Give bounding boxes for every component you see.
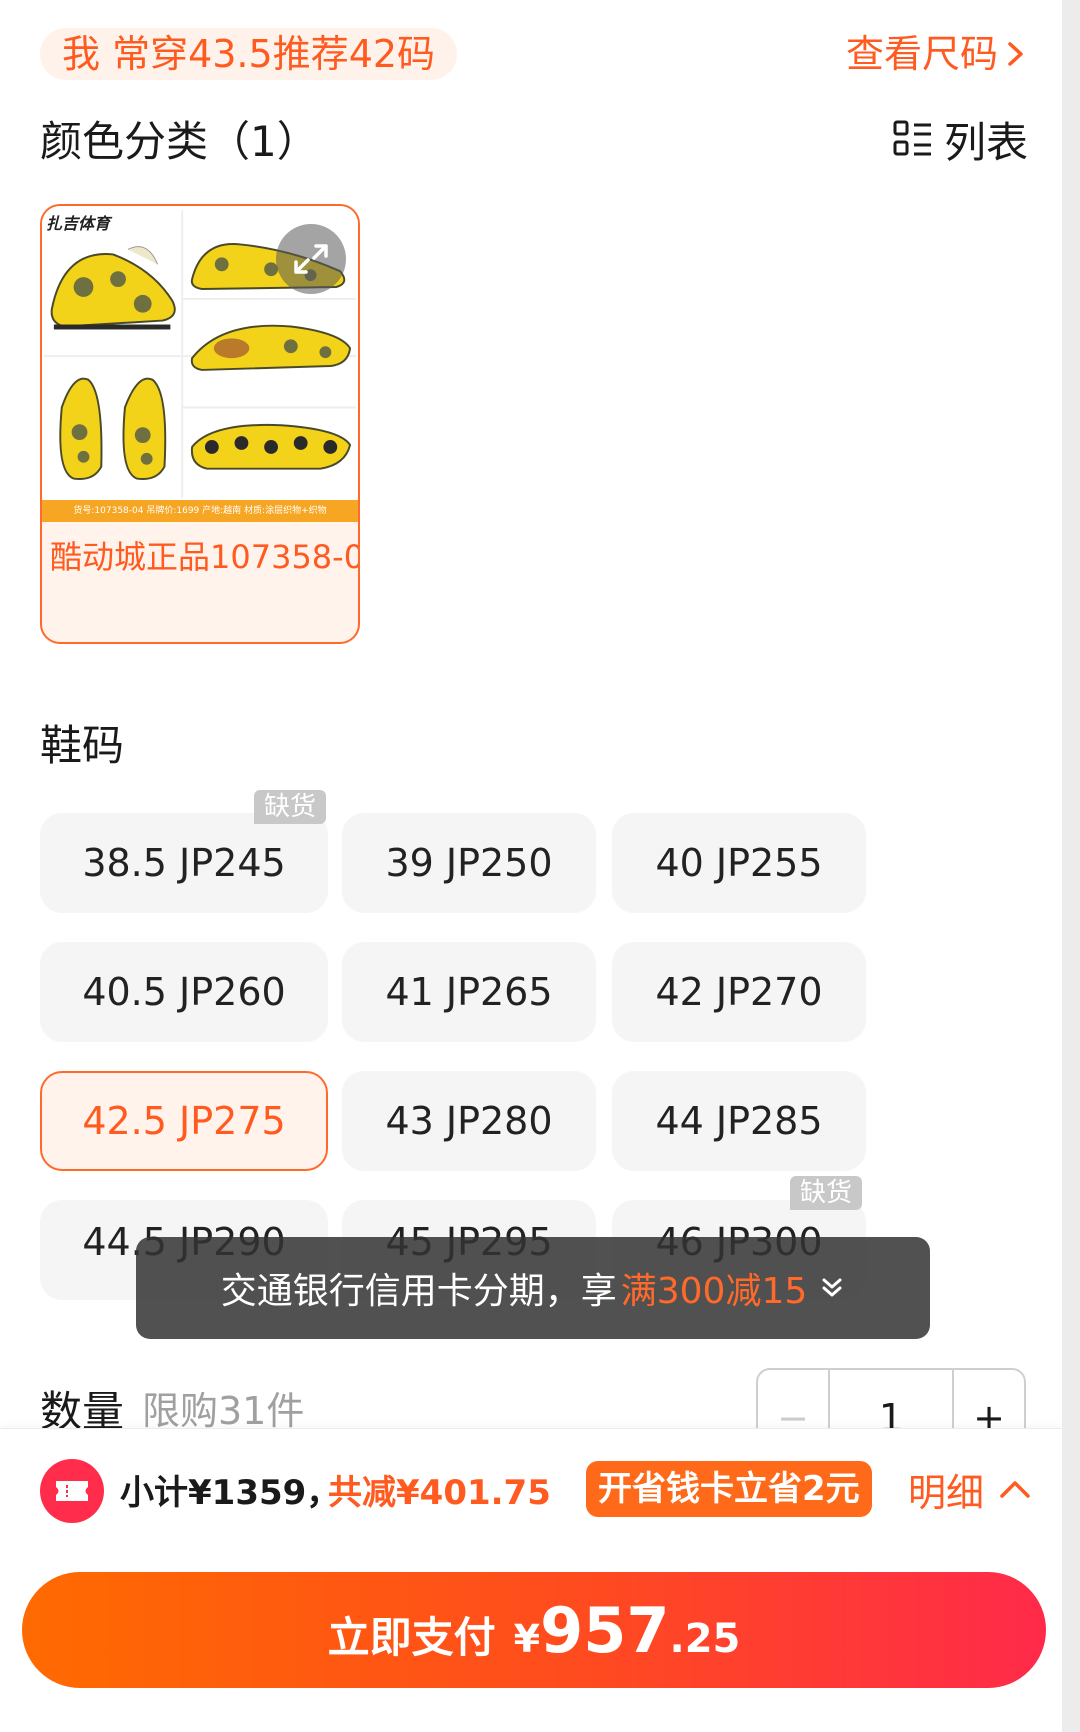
toast-highlight: 满300减15: [620, 1271, 808, 1312]
coupon-icon: [40, 1459, 104, 1523]
shoe-graphic: [50, 246, 176, 330]
size-recommendation: 我 常穿43.5推荐42码: [40, 28, 458, 80]
size-chart-label: 查看尺码: [845, 32, 998, 76]
size-chart-link[interactable]: 查看尺码: [846, 28, 1028, 80]
size-section-title: 鞋码: [40, 721, 125, 770]
discount-text: 共减¥401.75: [328, 1473, 551, 1513]
color-option-name: 酷动城正品107358-04 全新...: [50, 538, 358, 576]
product-image: 扎吉体育 货号:107358-04 吊牌价:1699 产地:越南 材质:涂层织物…: [42, 206, 358, 522]
price-detail-toggle[interactable]: 明细: [908, 1459, 1032, 1519]
quantity-limit: 限购31件: [142, 1389, 305, 1433]
out-of-stock-badge: 缺货: [790, 1176, 863, 1210]
expand-image-button[interactable]: [276, 224, 346, 294]
checkout-bar: 小计¥1359， 共减¥401.75 开省钱卡立省2元 明细 立即支付 ¥ 95…: [0, 1428, 1062, 1732]
pay-now-button[interactable]: 立即支付 ¥ 957 .25: [22, 1572, 1046, 1688]
out-of-stock-badge: 缺货: [254, 790, 327, 824]
color-option-card[interactable]: 扎吉体育 货号:107358-04 吊牌价:1699 产地:越南 材质:涂层织物…: [40, 204, 360, 644]
size-option[interactable]: 42 JP270: [612, 942, 866, 1042]
brand-mark: 扎吉体育: [46, 214, 111, 233]
expand-icon: [294, 244, 328, 274]
pay-currency: ¥: [513, 1617, 541, 1661]
toast-text: 交通银行信用卡分期，享: [220, 1271, 617, 1312]
list-view-icon: [893, 120, 931, 156]
size-option[interactable]: 44 JP285: [612, 1071, 866, 1171]
chevron-up-icon: [1000, 1481, 1030, 1498]
size-option[interactable]: 40.5 JP260: [40, 942, 328, 1042]
size-option[interactable]: 43 JP280: [342, 1071, 596, 1171]
list-view-toggle[interactable]: 列表: [892, 112, 1028, 167]
chevron-right-icon: [1008, 42, 1023, 66]
size-option[interactable]: 41 JP265: [342, 942, 596, 1042]
pay-amount-decimal: .25: [669, 1616, 741, 1662]
size-option-selected[interactable]: 42.5 JP275: [40, 1071, 328, 1171]
screen-edge: [1062, 0, 1080, 1732]
size-option[interactable]: 40 JP255: [612, 813, 866, 913]
color-section-title: 颜色分类（1）: [40, 117, 319, 166]
size-option[interactable]: 38.5 JP245: [40, 813, 328, 913]
double-chevron-down-icon: [822, 1278, 842, 1297]
promo-toast[interactable]: 交通银行信用卡分期，享 满300减15: [136, 1237, 930, 1339]
sku-sheet: 我 常穿43.5推荐42码 查看尺码 颜色分类（1） 列表 扎吉体育 货号:10…: [0, 0, 1062, 1732]
shoe-graphic: [190, 324, 352, 371]
shoe-graphic: [190, 423, 352, 470]
shoe-graphic: [59, 377, 167, 481]
subtotal-text: 小计¥1359，: [120, 1473, 341, 1513]
pay-now-label: 立即支付: [327, 1613, 496, 1662]
image-caption: 货号:107358-04 吊牌价:1699 产地:越南 材质:涂层织物+织物: [42, 500, 358, 522]
size-option[interactable]: 39 JP250: [342, 813, 596, 913]
price-detail-label: 明细: [908, 1470, 985, 1515]
savings-card-badge[interactable]: 开省钱卡立省2元: [586, 1461, 872, 1517]
pay-amount-integer: 957: [540, 1594, 670, 1667]
list-view-label: 列表: [943, 117, 1028, 167]
